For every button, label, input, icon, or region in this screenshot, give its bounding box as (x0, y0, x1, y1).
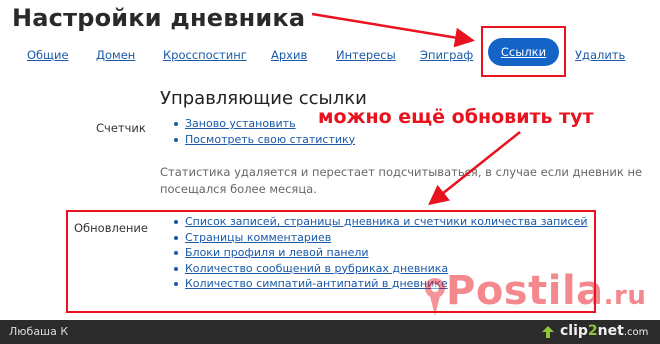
footer-brand: clip2net.com (560, 323, 649, 339)
list-item: Блоки профиля и левой панели (173, 245, 587, 261)
list-item: Страницы комментариев (173, 230, 587, 246)
view-stats-link[interactable]: Посмотреть свою статистику (185, 133, 355, 146)
tab-links-active[interactable]: Ссылки (488, 38, 559, 66)
tab-delete[interactable]: Удалить (575, 48, 625, 62)
footer-bar: Любаша К clip2net.com (0, 320, 660, 344)
update-rubrics-count-link[interactable]: Количество сообщений в рубриках дневника (185, 262, 448, 275)
tab-epigraph[interactable]: Эпиграф (420, 48, 473, 62)
tab-archive[interactable]: Архив (271, 48, 307, 62)
postila-watermark: Postila.ru (446, 268, 647, 314)
update-comments-link[interactable]: Страницы комментариев (185, 231, 331, 244)
tab-crossposting[interactable]: Кросспостинг (163, 48, 247, 62)
footer-user: Любаша К (9, 325, 69, 338)
update-posts-link[interactable]: Список записей, страницы дневника и счет… (185, 215, 587, 228)
list-item: Список записей, страницы дневника и счет… (173, 214, 587, 230)
update-sympathies-link[interactable]: Количество симпатий-антипатий в дневнике (185, 277, 448, 290)
list-item: Посмотреть свою статистику (173, 132, 355, 148)
tab-domain[interactable]: Домен (96, 48, 135, 62)
annotation-text: можно ещё обновить тут (318, 106, 594, 128)
clip2net-logo-icon (542, 326, 554, 338)
tab-general[interactable]: Общие (27, 48, 69, 62)
reinstall-counter-link[interactable]: Заново установить (185, 117, 296, 130)
update-label: Обновление (74, 221, 148, 235)
arrow-to-tab (311, 12, 475, 48)
tab-interests[interactable]: Интересы (336, 48, 396, 62)
stats-note: Статистика удаляется и перестает подсчит… (160, 165, 643, 196)
counter-label: Счетчик (96, 121, 146, 135)
update-profile-blocks-link[interactable]: Блоки профиля и левой панели (185, 246, 369, 259)
page-title: Настройки дневника (12, 4, 306, 32)
